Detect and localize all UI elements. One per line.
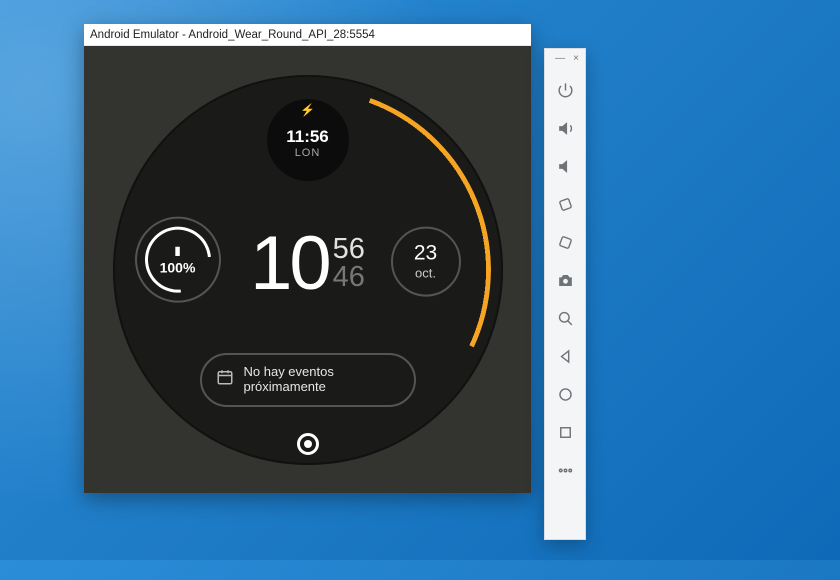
home-indicator-icon[interactable] xyxy=(297,433,319,455)
complication-world-time[interactable]: ⚡ 11:56 LON xyxy=(267,99,349,181)
emulator-toolbar: — × xyxy=(544,48,586,540)
clock-second: 46 xyxy=(333,263,365,291)
date-month: oct. xyxy=(415,266,436,281)
emulator-window: Android Emulator - Android_Wear_Round_AP… xyxy=(84,24,531,493)
calendar-icon xyxy=(216,368,234,391)
zoom-button[interactable] xyxy=(545,299,585,337)
screenshot-button[interactable] xyxy=(545,261,585,299)
volume-down-button[interactable] xyxy=(545,147,585,185)
zoom-icon xyxy=(556,309,575,328)
home-button[interactable] xyxy=(545,375,585,413)
complication-battery[interactable]: ▮ 100% xyxy=(135,216,221,302)
more-icon xyxy=(556,461,575,480)
toolbar-window-controls: — × xyxy=(545,53,585,71)
complication-calendar[interactable]: No hay eventos próximamente xyxy=(200,353,416,407)
date-day: 23 xyxy=(414,242,437,266)
clock-minute: 56 xyxy=(333,236,365,264)
complication-date[interactable]: 23 oct. xyxy=(391,226,461,296)
volume-down-icon xyxy=(556,157,575,176)
camera-icon xyxy=(556,271,575,290)
power-icon xyxy=(556,81,575,100)
charging-icon: ⚡ xyxy=(300,103,315,117)
toolbar-close-button[interactable]: × xyxy=(573,53,579,67)
rotate-right-button[interactable] xyxy=(545,223,585,261)
rotate-right-icon xyxy=(556,233,575,252)
window-titlebar[interactable]: Android Emulator - Android_Wear_Round_AP… xyxy=(84,24,531,46)
main-clock: 10 56 46 xyxy=(250,225,365,301)
battery-icon: ▮ xyxy=(174,243,181,257)
world-time-value: 11:56 xyxy=(286,127,329,147)
emulator-screen[interactable]: ⚡ 11:56 LON 10 56 46 ▮ 100% 23 oct. xyxy=(84,46,531,493)
home-icon xyxy=(556,385,575,404)
overview-button[interactable] xyxy=(545,413,585,451)
watchface: ⚡ 11:56 LON 10 56 46 ▮ 100% 23 oct. xyxy=(113,75,503,465)
back-button[interactable] xyxy=(545,337,585,375)
rotate-left-button[interactable] xyxy=(545,185,585,223)
calendar-text: No hay eventos próximamente xyxy=(244,365,334,395)
window-title: Android Emulator - Android_Wear_Round_AP… xyxy=(90,29,375,41)
rotate-left-icon xyxy=(556,195,575,214)
clock-hour: 10 xyxy=(250,225,329,301)
volume-up-button[interactable] xyxy=(545,109,585,147)
toolbar-minimize-button[interactable]: — xyxy=(555,53,565,67)
more-button[interactable] xyxy=(545,451,585,489)
volume-up-icon xyxy=(556,119,575,138)
world-time-city: LON xyxy=(295,147,321,159)
battery-percent: 100% xyxy=(160,259,196,275)
back-icon xyxy=(556,347,575,366)
power-button[interactable] xyxy=(545,71,585,109)
overview-icon xyxy=(556,423,575,442)
